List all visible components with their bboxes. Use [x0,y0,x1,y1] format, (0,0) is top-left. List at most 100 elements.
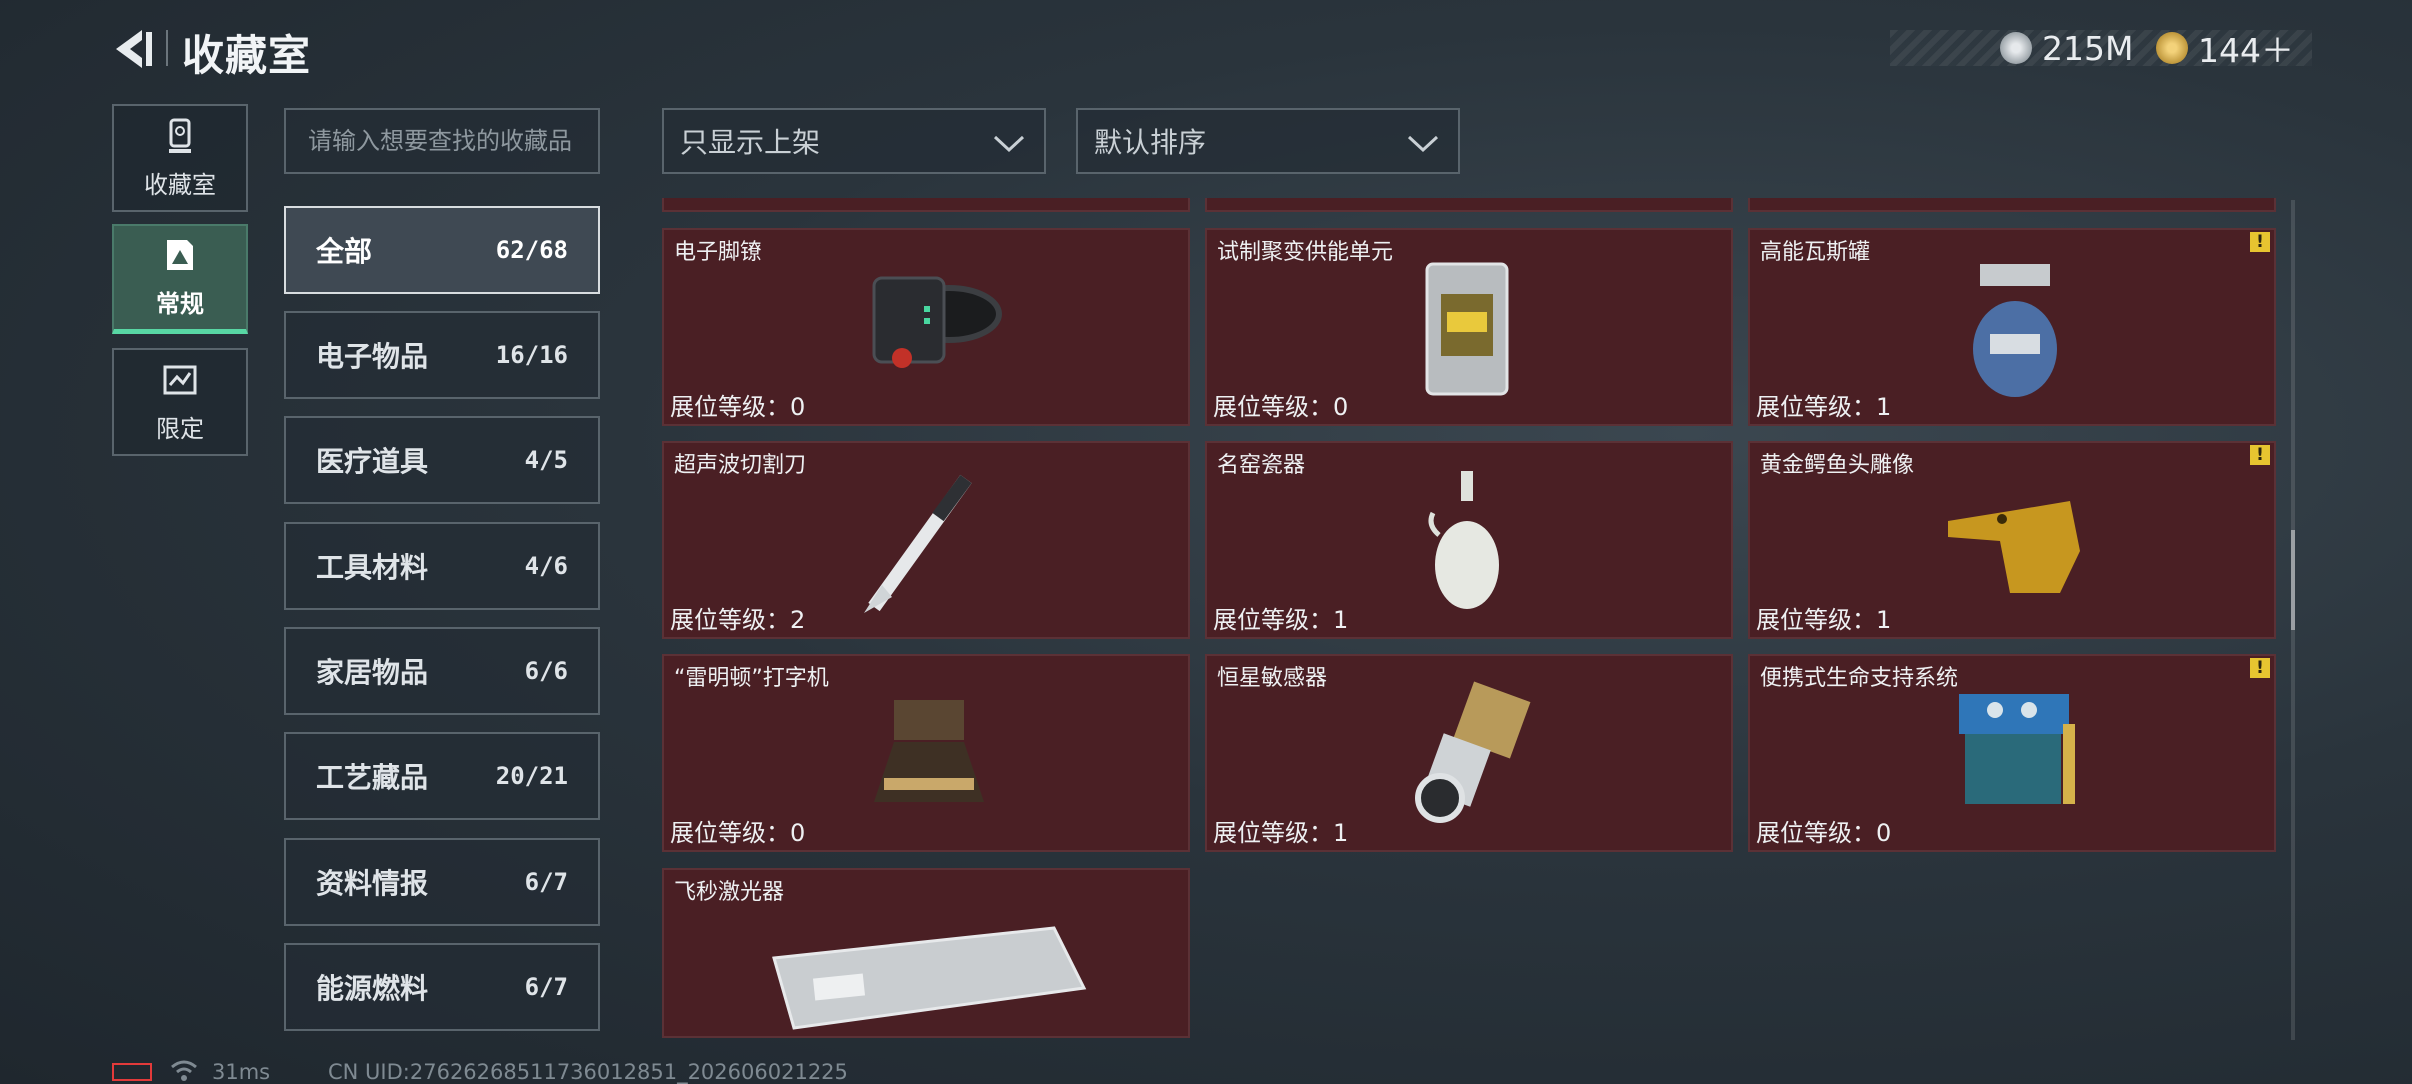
gold-coin-icon [2156,32,2188,64]
booth-level: 展位等级：1 [1213,606,1349,634]
collectible-card[interactable]: 名窑瓷器 展位等级：1 [1205,441,1733,639]
category-electronics[interactable]: 电子物品 16/16 [284,311,600,399]
category-label: 能源燃料 [316,972,429,1005]
category-count: 4/5 [524,446,568,474]
item-name: 超声波切割刀 [674,453,807,478]
item-name: 飞秒激光器 [674,880,785,905]
category-count: 62/68 [495,236,568,264]
collectible-card[interactable]: 飞秒激光器 [662,868,1190,1038]
warning-icon: ! [2250,232,2270,252]
star-sensor-icon [1415,681,1531,823]
booth-level: 展位等级：0 [670,393,806,421]
page-title: 收藏室 [182,31,312,80]
sort-dropdown[interactable]: 默认排序 [1076,108,1460,174]
item-name: 名窑瓷器 [1217,453,1306,478]
booth-level: 展位等级：1 [1213,819,1349,847]
booth-level: 展位等级：0 [1756,819,1892,847]
collection-icon [167,240,193,270]
card-partial [662,198,1190,212]
silver-amount: 215M [2042,28,2134,68]
category-label: 医疗道具 [316,445,429,478]
typewriter-icon [874,700,984,802]
booth-level: 展位等级：1 [1756,393,1892,421]
search-input[interactable] [284,108,600,174]
category-medical[interactable]: 医疗道具 4/5 [284,416,600,504]
display-filter-value: 只显示上架 [680,126,821,159]
item-name: “雷明顿”打字机 [674,666,829,691]
battery-icon [112,1063,152,1081]
life-support-icon [1959,694,2075,804]
category-label: 工具材料 [316,551,429,584]
rail-collection-room[interactable]: 收藏室 [112,104,248,212]
item-name: 便携式生命支持系统 [1760,666,1959,691]
gas-canister-icon [1973,264,2057,397]
collectible-card[interactable]: 黄金鳄鱼头雕像 ! 展位等级：1 [1748,441,2276,639]
category-label: 电子物品 [316,340,429,373]
trophy-icon [169,118,191,153]
silver-coin-icon [2000,32,2032,64]
category-household[interactable]: 家居物品 6/6 [284,627,600,715]
category-count: 4/6 [524,552,568,580]
rail-limited[interactable]: 限定 [112,348,248,456]
rail-regular[interactable]: 常规 [112,224,248,334]
rail-label: 限定 [156,414,204,443]
category-label: 家居物品 [316,656,429,689]
scrollbar-thumb[interactable] [2291,530,2295,630]
collectible-card[interactable]: 高能瓦斯罐 ! 展位等级：1 [1748,228,2276,426]
femtosecond-laser-icon [772,926,1087,1030]
booth-level: 展位等级：2 [670,606,806,634]
category-all[interactable]: 全部 62/68 [284,206,600,294]
sort-value: 默认排序 [1094,126,1207,159]
chevron-down-icon [1407,135,1439,153]
collectible-card[interactable]: “雷明顿”打字机 展位等级：0 [662,654,1190,852]
category-count: 20/21 [495,762,568,790]
category-tools[interactable]: 工具材料 4/6 [284,522,600,610]
item-name: 高能瓦斯罐 [1760,240,1871,265]
card-partial [1205,198,1733,212]
category-label: 资料情报 [316,867,429,900]
rail-label: 收藏室 [144,170,216,199]
uid-text: CN UID:2762626851173601285​1_20260602122… [328,1060,848,1084]
category-label: 全部 [316,235,373,268]
category-label: 工艺藏品 [316,761,429,794]
collectible-card[interactable]: 超声波切割刀 展位等级：2 [662,441,1190,639]
booth-level: 展位等级：0 [670,819,806,847]
category-intel[interactable]: 资料情报 6/7 [284,838,600,926]
title-divider [166,30,168,66]
back-arrow-icon [116,30,152,68]
chevron-down-icon [993,135,1025,153]
item-name: 电子脚镣 [674,240,763,265]
ultrasonic-knife-icon [864,474,972,613]
limited-icon [163,365,197,394]
display-filter-dropdown[interactable]: 只显示上架 [662,108,1046,174]
item-name: 恒星敏感器 [1217,666,1328,691]
collectible-card[interactable]: 电子脚镣 展位等级：0 [662,228,1190,426]
collectible-card[interactable]: 试制聚变供能单元 展位等级：0 [1205,228,1733,426]
item-name: 黄金鳄鱼头雕像 [1760,453,1915,478]
category-count: 16/16 [495,341,568,369]
category-count: 6/7 [524,868,568,896]
category-count: 6/7 [524,973,568,1001]
back-button[interactable] [112,26,158,72]
fusion-cell-icon [1425,262,1509,396]
gold-currency[interactable]: 144＋ [2156,26,2294,70]
rail-label: 常规 [156,290,204,318]
gold-crocodile-icon [1948,501,2080,593]
collectible-card[interactable]: 恒星敏感器 展位等级：1 [1205,654,1733,852]
gold-amount: 144＋ [2198,31,2294,70]
booth-level: 展位等级：1 [1756,606,1892,634]
warning-icon: ! [2250,445,2270,465]
collectible-card[interactable]: 便携式生命支持系统 ! 展位等级：0 [1748,654,2276,852]
silver-currency[interactable]: 215M [2000,26,2133,70]
booth-level: 展位等级：0 [1213,393,1349,421]
warning-icon: ! [2250,658,2270,678]
porcelain-vase-icon [1428,471,1499,609]
category-count: 6/6 [524,657,568,685]
ankle-monitor-icon [872,276,1002,368]
ping-text: 31ms [212,1060,271,1084]
category-fuel[interactable]: 能源燃料 6/7 [284,943,600,1031]
item-name: 试制聚变供能单元 [1217,240,1394,265]
card-partial [1748,198,2276,212]
wifi-icon [171,1060,197,1081]
category-crafts[interactable]: 工艺藏品 20/21 [284,732,600,820]
